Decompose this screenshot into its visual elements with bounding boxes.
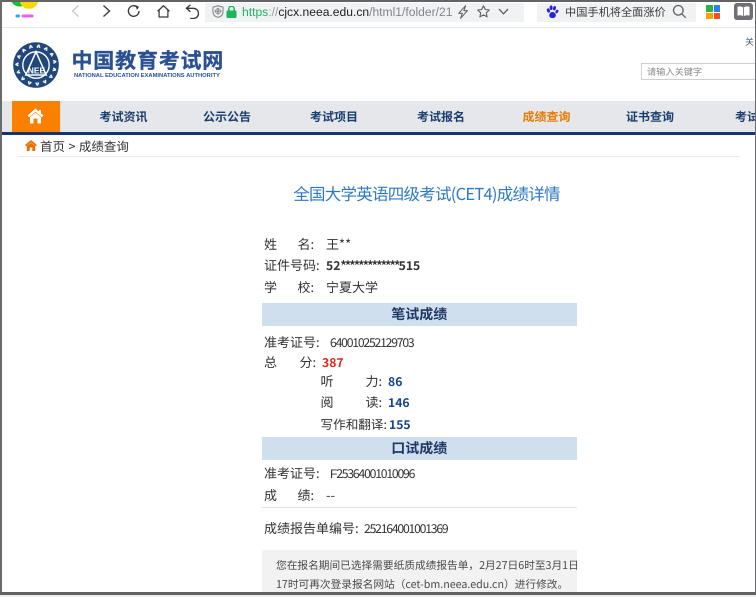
- svg-text:NEE: NEE: [28, 66, 46, 76]
